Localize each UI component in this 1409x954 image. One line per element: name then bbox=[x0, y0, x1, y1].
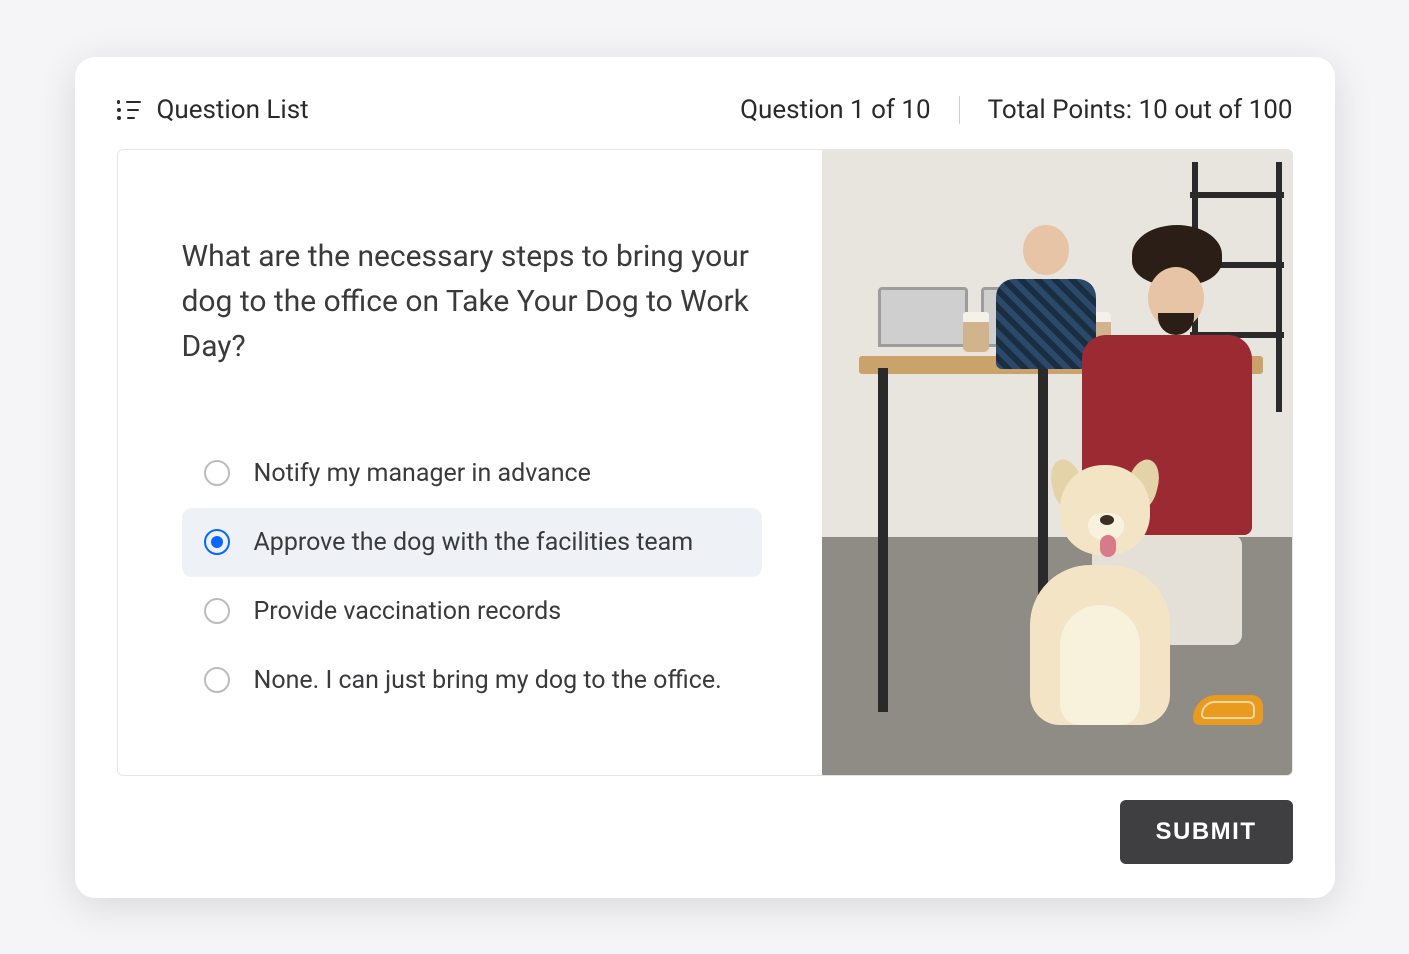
header-divider bbox=[959, 96, 960, 124]
header-status: Question 1 of 10 Total Points: 10 out of… bbox=[740, 95, 1292, 125]
total-points: Total Points: 10 out of 100 bbox=[988, 95, 1293, 125]
option-0[interactable]: Notify my manager in advance bbox=[182, 439, 762, 508]
quiz-header: Question List Question 1 of 10 Total Poi… bbox=[117, 95, 1293, 125]
question-image bbox=[822, 150, 1292, 775]
question-list-label: Question List bbox=[157, 95, 309, 125]
radio-icon bbox=[204, 598, 230, 624]
list-icon bbox=[117, 100, 141, 120]
radio-icon bbox=[204, 667, 230, 693]
radio-icon bbox=[204, 529, 230, 555]
question-text: What are the necessary steps to bring yo… bbox=[182, 234, 762, 369]
option-1[interactable]: Approve the dog with the facilities team bbox=[182, 508, 762, 577]
option-2[interactable]: Provide vaccination records bbox=[182, 577, 762, 646]
radio-icon bbox=[204, 460, 230, 486]
quiz-card: Question List Question 1 of 10 Total Poi… bbox=[75, 57, 1335, 898]
quiz-footer: SUBMIT bbox=[117, 800, 1293, 864]
options-group: Notify my manager in advance Approve the… bbox=[182, 439, 762, 715]
option-label: Provide vaccination records bbox=[254, 597, 562, 626]
question-list-toggle[interactable]: Question List bbox=[117, 95, 309, 125]
option-label: Approve the dog with the facilities team bbox=[254, 528, 694, 557]
option-label: Notify my manager in advance bbox=[254, 459, 591, 488]
option-label: None. I can just bring my dog to the off… bbox=[254, 666, 722, 695]
option-3[interactable]: None. I can just bring my dog to the off… bbox=[182, 646, 762, 715]
submit-button[interactable]: SUBMIT bbox=[1120, 800, 1293, 864]
quiz-content: What are the necessary steps to bring yo… bbox=[117, 149, 1293, 776]
question-progress: Question 1 of 10 bbox=[740, 95, 931, 125]
office-dog-illustration bbox=[822, 150, 1292, 775]
question-pane: What are the necessary steps to bring yo… bbox=[118, 150, 822, 775]
